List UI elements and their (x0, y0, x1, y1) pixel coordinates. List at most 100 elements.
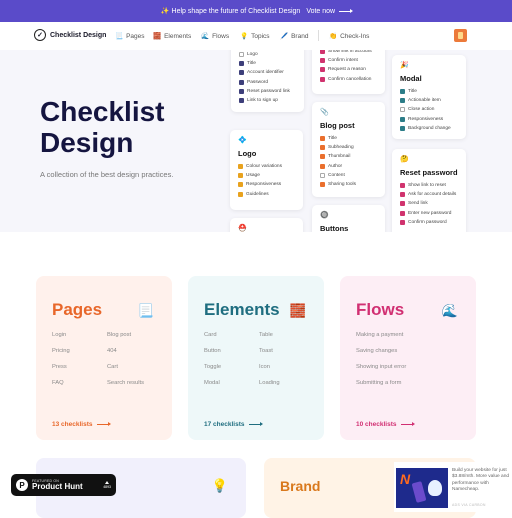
checklist-item[interactable]: Account identifier (239, 68, 296, 77)
category-link[interactable]: Blog post (107, 332, 131, 338)
checkbox-checked-icon[interactable] (238, 182, 243, 188)
category-link[interactable]: Table (259, 332, 273, 338)
checklist-item[interactable]: Confirm password (400, 218, 458, 227)
checklist-count-link[interactable]: 13 checklists (52, 421, 112, 428)
checkbox-checked-icon[interactable] (400, 116, 405, 122)
checkbox-checked-icon[interactable] (400, 98, 405, 104)
category-link[interactable]: Search results (107, 380, 144, 386)
category-link[interactable]: FAQ (52, 380, 64, 386)
category-card-elements[interactable]: Elements 🧱 Card Button Toggle Modal Table Toast… (188, 276, 324, 440)
checklist-card-blog-post[interactable]: 📎 Blog post Title Subheading Thumbnail Auth… (312, 102, 385, 197)
coffee-cup-button[interactable] (454, 29, 467, 42)
checklist-item[interactable]: Show link to reset (400, 181, 458, 190)
checkbox-checked-icon[interactable] (320, 58, 325, 64)
product-hunt-badge[interactable]: P FEATURED ON Product Hunt 4893 (11, 474, 116, 496)
checkbox-checked-icon[interactable] (400, 201, 405, 207)
nav-item-brand[interactable]: 🖊️ Brand (280, 32, 308, 41)
announcement-banner[interactable]: ✨ Help shape the future of Checklist Des… (0, 0, 512, 22)
checkbox-checked-icon[interactable] (320, 145, 325, 151)
checklist-item[interactable]: Confirm intent (320, 56, 377, 65)
checklist-card-login[interactable]: Logo Title Account identifier Password Reset… (231, 50, 304, 112)
site-logo[interactable]: ✓ Checklist Design (34, 29, 106, 41)
carbon-ad[interactable]: N Build your website for just $3.88/mth.… (394, 462, 512, 512)
category-link[interactable]: Login (52, 332, 66, 338)
checkbox-checked-icon[interactable] (320, 136, 325, 142)
checklist-item[interactable]: Close action (400, 105, 458, 114)
checklist-item[interactable]: Sharing tools (320, 180, 377, 189)
checkbox-checked-icon[interactable] (239, 79, 244, 85)
checkbox-checked-icon[interactable] (400, 210, 405, 216)
checkbox-checked-icon[interactable] (400, 89, 405, 95)
checkbox-checked-icon[interactable] (400, 192, 405, 198)
category-link[interactable]: Submitting a form (356, 380, 401, 386)
checklist-item[interactable]: Thumbnail (320, 152, 377, 161)
category-link[interactable]: Pricing (52, 348, 70, 354)
checkbox-checked-icon[interactable] (239, 70, 244, 76)
category-card-pages[interactable]: Pages 📃 Login Pricing Press FAQ Blog post 404 Ca… (36, 276, 172, 440)
checklist-card-cancel[interactable]: Show link in account Confirm intent Reques… (312, 50, 385, 94)
vote-now-link[interactable]: Vote now (306, 8, 354, 15)
category-link[interactable]: Press (52, 364, 67, 370)
checkbox-checked-icon[interactable] (239, 98, 244, 104)
checkbox-checked-icon[interactable] (320, 182, 325, 188)
checkbox-checked-icon[interactable] (320, 163, 325, 169)
category-card-flows[interactable]: Flows 🌊 Making a payment Saving changes Show… (340, 276, 476, 440)
category-link[interactable]: Loading (259, 380, 280, 386)
checklist-item[interactable]: Confirm cancellation (320, 75, 377, 84)
category-link[interactable]: Icon (259, 364, 270, 370)
checkbox-checked-icon[interactable] (400, 219, 405, 225)
checklist-item[interactable]: Link to sign up (239, 96, 296, 105)
checklist-item[interactable]: Send link (400, 199, 458, 208)
checklist-count-link[interactable]: 10 checklists (356, 421, 416, 428)
checklist-item[interactable]: Logo (239, 50, 296, 59)
category-link[interactable]: 404 (107, 348, 117, 354)
checklist-card-buttons[interactable]: 🔘 Buttons (312, 205, 385, 232)
nav-item-flows[interactable]: 🌊 Flows (201, 32, 229, 41)
checkbox-checked-icon[interactable] (400, 125, 405, 131)
checkbox-empty-icon[interactable] (320, 172, 325, 178)
checklist-count-link[interactable]: 17 checklists (204, 421, 264, 428)
nav-item-pages[interactable]: 📃 Pages (115, 32, 145, 41)
checklist-item[interactable]: Responsiveness (400, 115, 458, 124)
checklist-item[interactable]: Title (239, 59, 296, 68)
checkbox-checked-icon[interactable] (238, 173, 243, 179)
ad-attribution[interactable]: ADS VIA CARBON (452, 503, 486, 507)
category-link[interactable]: Button (204, 348, 221, 354)
checklist-item[interactable]: Subheading (320, 143, 377, 152)
category-link[interactable]: Cart (107, 364, 118, 370)
checklist-item[interactable]: Content (320, 171, 377, 180)
checkbox-checked-icon[interactable] (400, 183, 405, 189)
checklist-item[interactable]: Guidelines (238, 190, 295, 199)
checklist-item[interactable]: Password (239, 78, 296, 87)
category-link[interactable]: Saving changes (356, 348, 397, 354)
checklist-item[interactable]: Reset password link (239, 87, 296, 96)
checkbox-empty-icon[interactable] (400, 107, 405, 113)
checklist-item[interactable]: Actionable item (400, 96, 458, 105)
checkbox-checked-icon[interactable] (320, 154, 325, 160)
checklist-card-modal[interactable]: 🎉 Modal Title Actionable item Close action… (392, 55, 466, 139)
nav-item-elements[interactable]: 🧱 Elements (153, 32, 191, 41)
ad-image[interactable]: N (396, 468, 448, 508)
nav-item-topics[interactable]: 💡 Topics (240, 32, 270, 41)
checklist-item[interactable]: Title (320, 134, 377, 143)
checklist-card-logo[interactable]: 💠 Logo Colour variations Usage Responsiven… (230, 130, 303, 210)
checklist-card-extra[interactable]: ⛑️ (230, 218, 303, 232)
category-link[interactable]: Toggle (204, 364, 221, 370)
checklist-item[interactable]: Enter new password (400, 209, 458, 218)
checklist-item[interactable]: Author (320, 162, 377, 171)
checklist-item[interactable]: Colour variations (238, 162, 295, 171)
checkbox-checked-icon[interactable] (238, 164, 243, 170)
checkbox-empty-icon[interactable] (239, 52, 244, 58)
category-link[interactable]: Showing input error (356, 364, 406, 370)
checkbox-checked-icon[interactable] (239, 61, 244, 67)
nav-item-check-ins[interactable]: 👏 Check-Ins (329, 32, 369, 41)
checkbox-checked-icon[interactable] (239, 88, 244, 94)
category-link[interactable]: Modal (204, 380, 220, 386)
checkbox-checked-icon[interactable] (320, 76, 325, 82)
checklist-item[interactable]: Usage (238, 171, 295, 180)
checklist-item[interactable]: Title (400, 87, 458, 96)
category-link[interactable]: Toast (259, 348, 273, 354)
checklist-item[interactable]: Request a reason (320, 65, 377, 74)
checkbox-checked-icon[interactable] (320, 50, 325, 55)
checklist-item[interactable]: Ask for account details (400, 190, 458, 199)
